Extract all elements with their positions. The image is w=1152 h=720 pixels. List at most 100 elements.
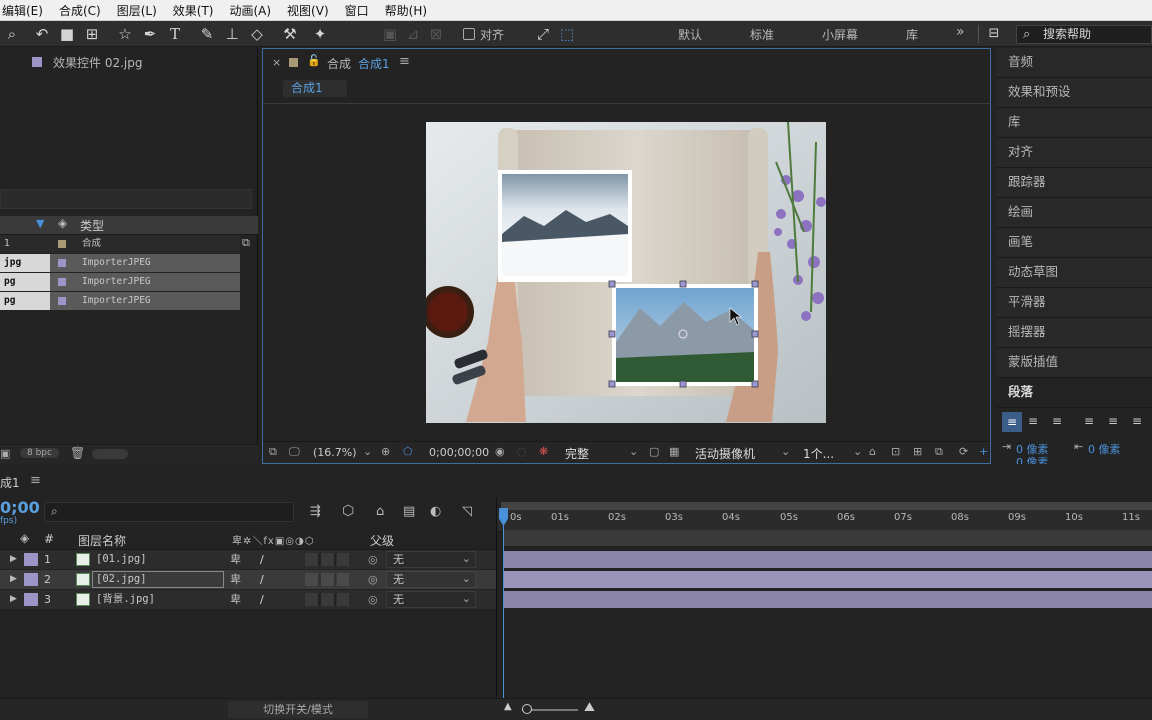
current-time-display[interactable]: 0;00 — [0, 498, 40, 517]
align-right-icon[interactable]: ≡ — [1052, 414, 1062, 428]
layer-name[interactable]: [02.jpg] — [92, 571, 224, 588]
lock-icon[interactable]: 🔓 — [307, 54, 321, 67]
switch-boxes[interactable] — [305, 573, 349, 586]
panel-smoother[interactable]: 平滑器 — [996, 288, 1152, 318]
parent-select[interactable]: 无 ⌄ — [386, 571, 476, 588]
workspace-library[interactable]: 库 — [906, 26, 918, 43]
shy-switch-icon[interactable]: 卑 — [230, 590, 241, 609]
zoom-dropdown-icon[interactable]: ⌄ — [363, 445, 372, 458]
timeline-toggle-icon[interactable]: ⊡ — [891, 445, 900, 458]
shy-switch-icon[interactable]: 卑 — [230, 550, 241, 569]
workspace-standard[interactable]: 标准 — [750, 26, 774, 43]
clone-stamp-tool-icon[interactable]: ⊥ — [222, 24, 242, 44]
layer-label-color[interactable] — [24, 573, 38, 586]
project-search-field[interactable] — [0, 189, 252, 209]
graph-editor-icon[interactable]: ◹ — [462, 504, 472, 519]
parent-pickwhip-icon[interactable]: ◎ — [368, 570, 378, 589]
panel-paragraph[interactable]: 段落 — [996, 378, 1152, 408]
reset-exposure-icon[interactable]: ⟳ — [959, 445, 968, 458]
comp-flowchart-icon[interactable]: ⊞ — [913, 445, 922, 458]
quality-switch-icon[interactable]: ∕ — [260, 550, 264, 569]
switch-boxes[interactable] — [305, 553, 349, 566]
snap-icon[interactable]: ⤢ — [533, 24, 553, 44]
layer-name[interactable]: [背景.jpg] — [96, 590, 155, 609]
comp-tab-label[interactable]: 合成 — [327, 55, 351, 72]
type-column-header[interactable]: 类型 — [80, 217, 104, 234]
panel-brushes[interactable]: 画笔 — [996, 228, 1152, 258]
rotate-tool-icon[interactable]: ↶ — [32, 24, 52, 44]
layer-name[interactable]: [01.jpg] — [96, 550, 147, 569]
pan-behind-tool-icon[interactable]: ⊞ — [82, 24, 102, 44]
toggle-switches-modes[interactable]: 切换开关/模式 — [228, 701, 368, 718]
zoom-slider-thumb[interactable] — [522, 704, 532, 714]
menu-view[interactable]: 视图(V) — [279, 2, 337, 19]
zoom-in-icon[interactable]: ⛰ — [584, 700, 595, 715]
flowchart-icon[interactable]: ⧉ — [242, 236, 250, 250]
pen-tool-icon[interactable]: ✒ — [140, 24, 160, 44]
panel-wiggler[interactable]: 摇摆器 — [996, 318, 1152, 348]
panel-menu-icon[interactable]: ≡ — [399, 54, 410, 69]
expand-arrow-icon[interactable]: ▶ — [10, 570, 17, 589]
layer-row-2[interactable]: ▶ 2 [02.jpg] 卑 ∕ ◎ 无 ⌄ — [0, 570, 496, 589]
draft-3d-icon[interactable]: ⬡ — [342, 503, 354, 519]
layer-label-color[interactable] — [24, 593, 38, 606]
layer-label-color[interactable] — [24, 553, 38, 566]
project-row[interactable]: 1 合成 — [0, 235, 240, 253]
zoom-tool-icon[interactable]: ⌕ — [2, 24, 22, 44]
panel-align[interactable]: 对齐 — [996, 138, 1152, 168]
zoom-out-icon[interactable]: ▲ — [504, 701, 512, 712]
layer-track-bar[interactable] — [504, 591, 1152, 608]
space-before-value[interactable]: 0 像素 — [1016, 454, 1049, 464]
time-ruler[interactable] — [497, 510, 1152, 532]
align-left-icon[interactable]: ≡ — [1002, 412, 1022, 432]
align-center-icon[interactable]: ≡ — [1028, 414, 1038, 428]
transparency-grid-icon[interactable]: ▦ — [669, 445, 679, 458]
panel-mask-interpolation[interactable]: 蒙版插值 — [996, 348, 1152, 378]
align-checkbox[interactable] — [463, 28, 475, 40]
comp-breadcrumb[interactable]: 合成1 — [283, 80, 347, 97]
views-dropdown-icon[interactable]: ⌄ — [853, 445, 862, 458]
layer-track-bar[interactable] — [504, 551, 1152, 568]
menu-animation[interactable]: 动画(A) — [221, 2, 279, 19]
effect-controls-tab[interactable]: 效果控件 02.jpg — [53, 54, 142, 71]
layer-row-3[interactable]: ▶ 3 [背景.jpg] 卑 ∕ ◎ 无 ⌄ — [0, 590, 496, 609]
indent-right-value[interactable]: 0 像素 — [1088, 441, 1121, 457]
safe-areas-icon[interactable]: ⊕ — [381, 445, 390, 458]
work-area-bar[interactable] — [501, 502, 1152, 510]
brush-tool-icon[interactable]: ✎ — [197, 24, 217, 44]
layer-row-1[interactable]: ▶ 1 [01.jpg] 卑 ∕ ◎ 无 ⌄ — [0, 550, 496, 569]
camera-dropdown-icon[interactable]: ⌄ — [781, 445, 790, 458]
puppet-pin-tool-icon[interactable]: ✦ — [310, 24, 330, 44]
workspace-default[interactable]: 默认 — [678, 26, 702, 43]
close-tab-icon[interactable]: × — [272, 56, 281, 69]
layer-track-bar[interactable] — [504, 571, 1152, 588]
flowchart-icon[interactable]: ⧉ — [935, 445, 943, 459]
quality-switch-icon[interactable]: ∕ — [260, 590, 264, 609]
panel-library[interactable]: 库 — [996, 108, 1152, 138]
panel-motion-sketch[interactable]: 动态草图 — [996, 258, 1152, 288]
search-help-input[interactable]: ⌕ 搜索帮助 — [1016, 25, 1152, 44]
workspace-overflow-icon[interactable]: » — [956, 24, 965, 40]
snapshot-icon[interactable]: ◉ — [495, 445, 505, 458]
project-row[interactable]: pg ImporterJPEG — [0, 292, 240, 310]
motion-blur-icon[interactable]: ◐ — [430, 504, 441, 519]
menu-edit[interactable]: 编辑(E) — [0, 2, 51, 19]
channel-icon[interactable]: ❋ — [539, 445, 548, 458]
panel-paint[interactable]: 绘画 — [996, 198, 1152, 228]
region-of-interest-icon[interactable]: ▢ — [649, 445, 659, 458]
panel-effects-presets[interactable]: 效果和预设 — [996, 78, 1152, 108]
layer-search-input[interactable]: ⌕ — [44, 502, 294, 522]
panel-audio[interactable]: 音频 — [996, 48, 1152, 78]
shape-star-tool-icon[interactable]: ☆ — [115, 24, 135, 44]
comp-tab-active[interactable]: 合成1 — [358, 55, 390, 72]
menu-layer[interactable]: 图层(L) — [109, 2, 165, 19]
type-tool-icon[interactable]: T — [165, 24, 185, 44]
zoom-level[interactable]: (16.7%) — [313, 446, 357, 459]
frame-blending-icon[interactable]: ▤ — [403, 504, 415, 519]
project-row[interactable]: pg ImporterJPEG — [0, 273, 240, 291]
fast-previews-icon[interactable]: ⌂ — [869, 445, 876, 458]
parent-select[interactable]: 无 ⌄ — [386, 591, 476, 608]
menu-window[interactable]: 窗口 — [337, 2, 377, 19]
bpc-button[interactable]: 8 bpc — [20, 448, 59, 458]
shy-switch-icon[interactable]: 卑 — [230, 570, 241, 589]
